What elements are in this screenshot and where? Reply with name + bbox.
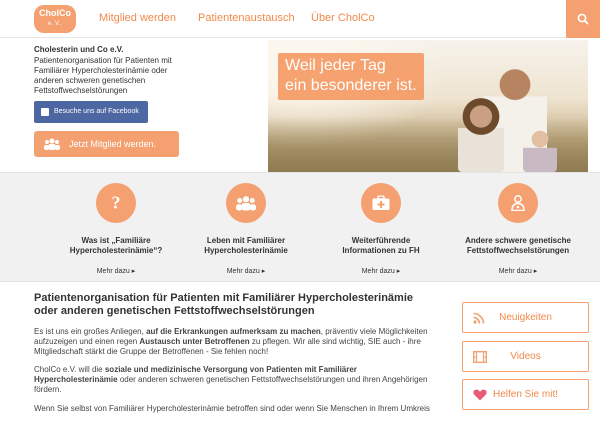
organisation-description: Patientenorganisation für Patienten mit … [34, 56, 172, 95]
question-mark-icon: ? [111, 192, 121, 213]
more-link[interactable]: Mehr dazu ▸ [46, 267, 186, 275]
videos-button[interactable]: Videos [462, 341, 589, 372]
group-icon [236, 196, 256, 211]
feature-what-is-fh[interactable]: ? Was ist „Familiäre Hypercholesterinämi… [46, 183, 186, 275]
search-button[interactable] [566, 0, 600, 38]
logo-text: CholCo [39, 8, 71, 18]
join-button-label: Jetzt Mitglied werden. [69, 139, 157, 149]
content-paragraph-3: Wenn Sie selbst von Familiärer Hyperchol… [34, 404, 430, 413]
group-icon [44, 138, 60, 150]
join-button[interactable]: Jetzt Mitglied werden. [34, 131, 179, 157]
hero-banner: Weil jeder Tag ein besonderer ist. [268, 40, 588, 172]
feature-title: Leben mit Familiärer Hypercholesterinämi… [204, 236, 288, 255]
hero-title-line1: Weil jeder Tag [285, 57, 386, 74]
feature-title: Was ist „Familiäre Hypercholesterinämie“… [69, 236, 163, 255]
content-heading: Patientenorganisation für Patienten mit … [34, 292, 413, 317]
doctor-icon [511, 195, 525, 211]
feature-title: Weiterführende Informationen zu FH [342, 236, 420, 255]
facebook-icon [41, 108, 49, 116]
feature-further-information[interactable]: Weiterführende Informationen zu FH Mehr … [311, 183, 451, 275]
more-link[interactable]: Mehr dazu ▸ [176, 267, 316, 275]
more-link[interactable]: Mehr dazu ▸ [448, 267, 588, 275]
feature-title: Andere schwere genetische Fettstoffwechs… [465, 236, 571, 255]
more-link[interactable]: Mehr dazu ▸ [311, 267, 451, 275]
hero-child [523, 125, 557, 172]
heart-icon [473, 389, 487, 401]
search-icon [577, 13, 589, 25]
facebook-button-label: Besuche uns auf Facebook [54, 108, 139, 115]
cholco-logo[interactable]: CholCo e.V. [34, 5, 76, 33]
hero-title: Weil jeder Tag ein besonderer ist. [278, 53, 424, 100]
film-icon [473, 351, 487, 363]
nav-link-mitglied-werden[interactable]: Mitglied werden [99, 12, 176, 24]
organisation-name: Cholesterin und Co e.V. [34, 45, 124, 54]
top-navbar: CholCo e.V. Mitglied werden Patientenaus… [0, 0, 600, 38]
facebook-button[interactable]: Besuche uns auf Facebook [34, 101, 148, 123]
news-button[interactable]: Neuigkeiten [462, 302, 589, 333]
first-aid-kit-icon [372, 195, 390, 210]
feature-other-disorders[interactable]: Andere schwere genetische Fettstoffwechs… [448, 183, 588, 275]
feature-living-with-fh[interactable]: Leben mit Familiärer Hypercholesterinämi… [176, 183, 316, 275]
hero-mother [458, 98, 504, 172]
help-button[interactable]: Helfen Sie mit! [462, 379, 589, 410]
hero-title-line2: ein besonderer ist. [285, 77, 417, 94]
nav-link-ueber-cholco[interactable]: Über CholCo [311, 12, 375, 24]
videos-button-label: Videos [510, 351, 541, 362]
news-button-label: Neuigkeiten [499, 312, 552, 323]
logo-subtext: e.V. [47, 21, 63, 27]
rss-icon [473, 312, 485, 324]
content-paragraph-2: CholCo e.V. will die soziale und medizin… [34, 365, 428, 394]
nav-link-patientenaustausch[interactable]: Patientenaustausch [198, 12, 295, 24]
content-paragraph-1: Es ist uns ein großes Anliegen, auf die … [34, 327, 428, 356]
help-button-label: Helfen Sie mit! [492, 389, 559, 400]
